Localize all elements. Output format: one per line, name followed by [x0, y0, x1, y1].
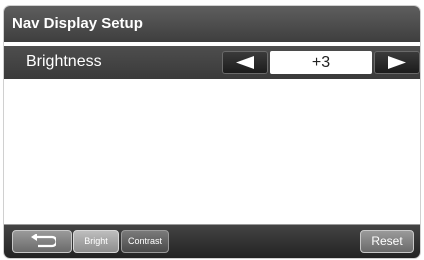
tab-bright[interactable]: Bright	[73, 230, 119, 253]
tab-contrast[interactable]: Contrast	[121, 230, 169, 253]
content-area	[4, 79, 420, 224]
bottom-bar: Bright Contrast Reset	[4, 224, 420, 258]
reset-button[interactable]: Reset	[360, 230, 414, 253]
brightness-row: Brightness +3	[4, 46, 420, 79]
return-arrow-icon	[31, 234, 56, 248]
title-bar: Nav Display Setup	[4, 6, 420, 44]
increase-brightness-button[interactable]	[374, 51, 420, 74]
nav-display-setup-screen: Nav Display Setup Brightness +3 Bright C…	[4, 6, 420, 258]
right-triangle-icon	[388, 56, 406, 69]
left-triangle-icon	[236, 56, 254, 69]
decrease-brightness-button[interactable]	[222, 51, 268, 74]
brightness-label: Brightness	[26, 53, 102, 70]
back-button[interactable]	[12, 230, 72, 253]
page-title: Nav Display Setup	[12, 15, 143, 32]
brightness-value: +3	[270, 51, 372, 74]
